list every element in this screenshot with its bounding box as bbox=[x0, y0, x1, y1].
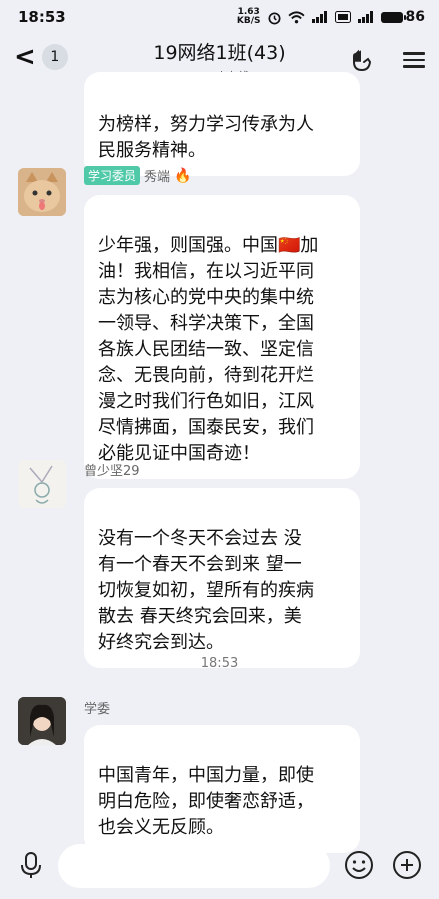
menu-icon[interactable] bbox=[403, 48, 425, 72]
input-bar bbox=[0, 834, 439, 899]
avatar[interactable] bbox=[18, 168, 66, 216]
sender-info: 学习委员 秀端 🔥 bbox=[84, 166, 191, 185]
battery-percent: 86 bbox=[405, 9, 425, 25]
sender-name: 学委 bbox=[84, 702, 111, 717]
message-text: 没有一个冬天不会过去 没 有一个春天不会到来 望一 切恢复如初，望所有的疾病 散… bbox=[98, 528, 314, 653]
net-speed-unit: KB/S bbox=[236, 16, 261, 26]
status-time: 18:53 bbox=[18, 8, 66, 26]
avatar[interactable] bbox=[18, 697, 66, 745]
sender-info: 曾少坚29 bbox=[84, 460, 140, 479]
portrait-avatar-icon bbox=[18, 697, 66, 745]
status-bar: 18:53 1.63 KB/S 86 bbox=[0, 0, 439, 34]
message-bubble: 少年强，则国强。中国🇨🇳加 油！我相信，在以习近平同 志为核心的党中央的集中统 … bbox=[84, 195, 360, 479]
battery: 86 bbox=[380, 9, 425, 25]
alarm-icon bbox=[268, 11, 281, 24]
message-text: 中国青年，中国力量，即使 明白危险，即使奢恋舒适， 也会义无反顾。 bbox=[98, 765, 314, 838]
sketch-avatar-icon bbox=[18, 460, 66, 508]
message-text: 少年强，则国强。中国🇨🇳加 油！我相信，在以习近平同 志为核心的党中央的集中统 … bbox=[98, 235, 319, 464]
message-bubble: 为榜样，努力学习传承为人 民服务精神。 bbox=[84, 72, 360, 176]
emoji-icon[interactable] bbox=[344, 850, 374, 880]
signal-icon bbox=[311, 11, 327, 23]
avatar[interactable] bbox=[18, 460, 66, 508]
signal-icon-2 bbox=[357, 11, 373, 23]
fire-icon: 🔥 bbox=[174, 167, 192, 184]
message-text: 为榜样，努力学习传承为人 民服务精神。 bbox=[98, 114, 314, 161]
status-icons: 1.63 KB/S 86 bbox=[237, 8, 425, 26]
sender-info: 学委 bbox=[84, 698, 110, 717]
timestamp: 18:53 bbox=[200, 656, 239, 671]
net-speed: 1.63 KB/S bbox=[237, 8, 261, 26]
group-app-icon[interactable] bbox=[349, 48, 375, 74]
cat-avatar-icon bbox=[18, 168, 66, 216]
message-input[interactable] bbox=[58, 844, 330, 888]
add-icon[interactable] bbox=[392, 850, 422, 880]
battery-icon bbox=[380, 11, 406, 23]
sender-name: 秀端 bbox=[144, 170, 171, 185]
microphone-icon[interactable] bbox=[16, 850, 46, 880]
sender-name: 曾少坚29 bbox=[84, 464, 140, 479]
hd-icon bbox=[334, 11, 351, 23]
wifi-icon bbox=[287, 10, 305, 23]
message-bubble: 没有一个冬天不会过去 没 有一个春天不会到来 望一 切恢复如初，望所有的疾病 散… bbox=[84, 488, 360, 668]
role-tag: 学习委员 bbox=[84, 166, 141, 185]
